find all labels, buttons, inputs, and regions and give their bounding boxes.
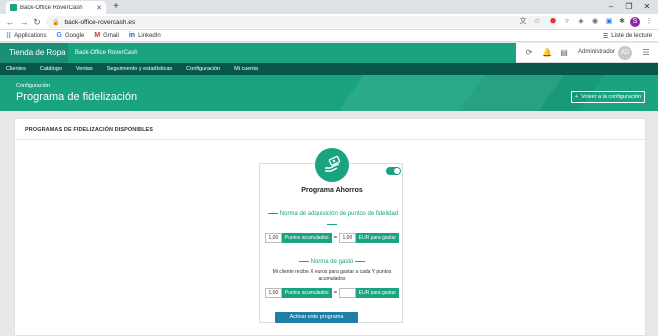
bookmark-gmail[interactable]: M Gmail [94, 32, 119, 39]
nav-item-seguimiento[interactable]: Seguimiento y estadísticas [107, 66, 172, 72]
money-hand-icon [315, 148, 349, 182]
gmail-icon: M [94, 32, 101, 39]
acquisition-eur-input[interactable]: 1,00 [339, 233, 356, 243]
plus-icon: + [574, 94, 579, 100]
user-name[interactable]: Administrador [578, 49, 615, 55]
browser-menu-icon[interactable]: ⋮ [644, 17, 654, 27]
reading-list-icon: ☰ [602, 33, 609, 40]
back-arrow-icon[interactable]: ← [4, 16, 16, 28]
acquisition-rule-heading: Norma de adquisición de puntos de fideli… [260, 211, 404, 217]
bookmark-label: LinkedIn [138, 32, 161, 39]
brand-logo[interactable]: Tienda de Ropa [0, 43, 68, 63]
browser-toolbar: ← → ↻ 🔒 back-office-rovercash.es 文 ☆ ⬣ ▿… [0, 14, 658, 30]
google-icon: G [56, 32, 62, 39]
app-header: Tienda de Ropa Back-Office RoverCash ⟳ 🔔… [0, 43, 658, 63]
spending-rule-description: Mi cliente recibe X euros para gastar a … [272, 269, 392, 282]
acquisition-rule-row: 1,00 Puntos acumulados = 1,00 EUR para g… [265, 233, 399, 243]
page-title: Programa de fidelización [16, 91, 138, 103]
divider [15, 139, 645, 140]
nav-item-clientes[interactable]: Clientes [6, 66, 26, 72]
address-bar[interactable]: 🔒 back-office-rovercash.es [46, 16, 558, 28]
bookmark-label: Gmail [103, 32, 119, 39]
toggle-knob [394, 168, 400, 174]
new-tab-icon[interactable]: + [110, 1, 122, 13]
bookmark-applications[interactable]: ⠿ Applications [6, 32, 47, 40]
forward-arrow-icon[interactable]: → [18, 16, 30, 28]
extension-badge-icon[interactable]: ▣ [604, 17, 614, 27]
shield-extension-icon[interactable]: ◈ [576, 17, 586, 27]
bookmark-google[interactable]: G Google [57, 32, 85, 39]
points-label: Puntos acumulados [281, 233, 332, 243]
spending-eur-input[interactable] [339, 288, 356, 298]
eur-label: EUR para gastar [355, 288, 399, 298]
lock-icon: 🔒 [52, 19, 60, 26]
avatar[interactable]: AD [618, 46, 632, 60]
hamburger-menu-icon[interactable]: ☰ [640, 47, 652, 59]
pocket-extension-icon[interactable]: ▿ [562, 17, 572, 27]
equals-sign: = [333, 235, 338, 241]
spending-rule-title: Norma de gasto [310, 259, 354, 265]
main-nav: Clientes Catálogo Ventas Seguimiento y e… [0, 63, 658, 75]
nav-item-mi-cuenta[interactable]: Mi cuenta [234, 66, 258, 72]
spending-rule-row: 1,00 Puntos acumulados = EUR para gastar [265, 288, 399, 298]
notification-bell-icon[interactable]: 🔔 [541, 47, 553, 59]
translate-icon[interactable]: 文 [518, 17, 528, 27]
browser-tab-strip: Back-Office RoverCash ✕ + – ❐ ✕ [0, 0, 658, 14]
rovercash-favicon-icon [10, 4, 17, 11]
bookmark-star-icon[interactable]: ☆ [532, 17, 542, 27]
spending-points-input[interactable]: 1,00 [265, 288, 282, 298]
reading-list-label: Liste de lecture [611, 33, 652, 39]
reload-icon[interactable]: ↻ [31, 16, 43, 28]
breadcrumb[interactable]: Configuración [16, 83, 50, 89]
refresh-icon[interactable]: ⟳ [523, 47, 535, 59]
shop-name: Back-Office RoverCash [68, 43, 516, 63]
linkedin-icon: in [128, 32, 136, 39]
eur-label: EUR para gastar [355, 233, 399, 243]
section-title: PROGRAMAS DE FIDELIZACIÓN DISPONIBLES [25, 127, 154, 133]
nav-item-ventas[interactable]: Ventas [76, 66, 93, 72]
url-text: back-office-rovercash.es [64, 18, 136, 26]
program-enabled-toggle[interactable] [386, 167, 401, 175]
bookmark-label: Google [64, 32, 85, 39]
bookmarks-bar: ⠿ Applications G Google M Gmail in Linke… [0, 30, 658, 42]
page-header: Configuración Programa de fidelización [0, 75, 658, 111]
eye-extension-icon[interactable]: ◉ [590, 17, 600, 27]
back-to-configuration-button[interactable]: + Volver a la configuración [571, 91, 645, 103]
adblock-extension-icon[interactable]: ⬣ [548, 17, 558, 27]
close-tab-icon[interactable]: ✕ [96, 4, 102, 12]
profile-avatar[interactable]: S [630, 17, 640, 27]
maximize-window-icon[interactable]: ❐ [622, 1, 636, 13]
acquisition-points-input[interactable]: 1,00 [265, 233, 282, 243]
program-card: Programa Ahorros Norma de adquisición de… [259, 148, 404, 323]
program-name: Programa Ahorros [301, 187, 363, 194]
reading-list[interactable]: ☰ Liste de lecture [603, 30, 652, 42]
bookmark-label: Applications [14, 32, 47, 39]
bookmark-linkedin[interactable]: in LinkedIn [129, 32, 161, 39]
spending-rule-heading: Norma de gasto [260, 259, 404, 265]
nav-item-catalogo[interactable]: Catálogo [40, 66, 62, 72]
back-button-label: Volver a la configuración [581, 94, 642, 100]
browser-tab[interactable]: Back-Office RoverCash ✕ [6, 1, 106, 14]
points-label: Puntos acumulados [281, 288, 332, 298]
apps-grid-icon: ⠿ [6, 32, 12, 40]
extensions-puzzle-icon[interactable]: ✱ [617, 17, 627, 27]
acquisition-rule-title: Norma de adquisición de puntos de fideli… [279, 211, 399, 217]
nav-item-configuracion[interactable]: Configuración [186, 66, 220, 72]
equals-sign: = [333, 290, 338, 296]
tab-title: Back-Office RoverCash [20, 4, 83, 11]
loyalty-programs-panel: PROGRAMAS DE FIDELIZACIÓN DISPONIBLES Pr… [14, 118, 646, 336]
divider [327, 224, 337, 225]
messages-icon[interactable]: ▤ [558, 47, 570, 59]
activate-program-button[interactable]: Activar este programa [275, 312, 358, 323]
close-window-icon[interactable]: ✕ [640, 1, 654, 13]
minimize-window-icon[interactable]: – [604, 1, 618, 13]
